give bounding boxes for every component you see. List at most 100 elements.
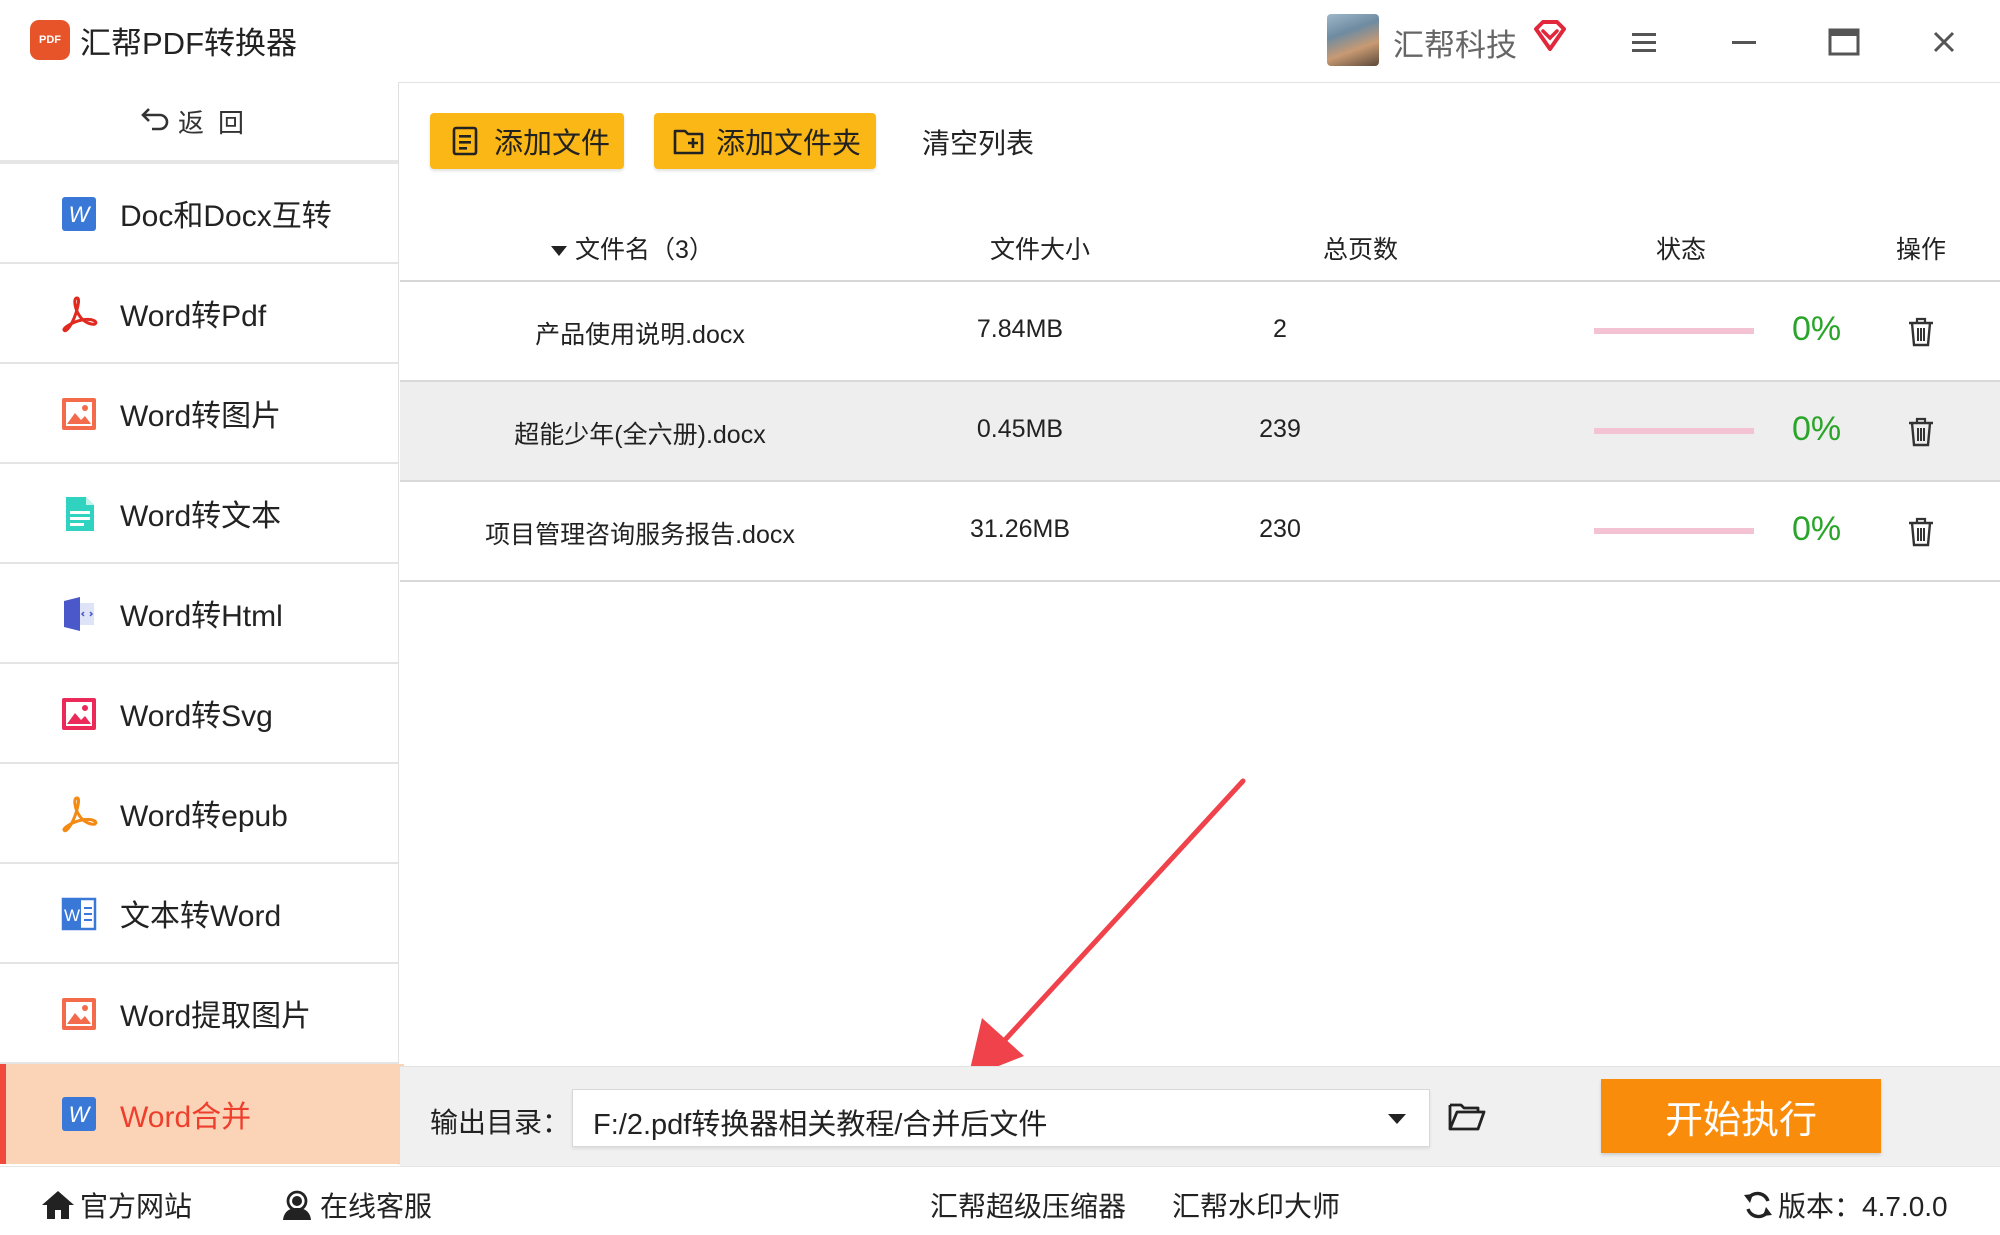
svg-image-icon xyxy=(60,695,98,733)
folder-open-icon[interactable] xyxy=(1448,1099,1486,1138)
progress-bar xyxy=(1594,528,1754,534)
file-name-cell: 项目管理咨询服务报告.docx xyxy=(485,521,795,549)
table-row[interactable]: 项目管理咨询服务报告.docx 31.26MB 230 0% xyxy=(400,482,2000,582)
chevron-down-icon xyxy=(1387,1112,1407,1130)
file-name-cell: 产品使用说明.docx xyxy=(535,321,745,349)
app-logo: PDF xyxy=(30,20,70,60)
progress-percent: 0% xyxy=(1792,410,1842,448)
sidebar-item-label: Word提取图片 xyxy=(120,1000,312,1033)
back-arrow-icon xyxy=(140,105,170,138)
page-count-cell: 2 xyxy=(1273,315,1287,343)
column-header-action: 操作 xyxy=(1896,236,1947,264)
sidebar-item-word-image[interactable]: Word转图片 xyxy=(0,364,398,464)
text-file-icon xyxy=(60,495,98,533)
sidebar: 返回 W Doc和Docx互转 Word转Pdf Word转图片 Word转文本… xyxy=(0,82,404,1165)
compressor-link[interactable]: 汇帮超级压缩器 xyxy=(930,1185,1126,1225)
output-bar: 输出目录： F:/2.pdf转换器相关教程/合并后文件 开始执行 xyxy=(400,1066,2000,1167)
pdf-acrobat-icon xyxy=(60,295,98,333)
word-doc-icon: W xyxy=(60,195,98,233)
sidebar-item-label: Word转Svg xyxy=(120,700,273,733)
word-doc-icon: W xyxy=(60,1095,98,1133)
clear-list-button[interactable]: 清空列表 xyxy=(922,122,1034,162)
sidebar-item-label: Word合并 xyxy=(120,1101,252,1134)
back-button[interactable]: 返回 xyxy=(0,82,398,164)
version-label: 版本：4.7.0.0 xyxy=(1778,1191,1948,1222)
online-support-label: 在线客服 xyxy=(320,1191,433,1222)
user-avatar[interactable] xyxy=(1327,14,1379,66)
epub-acrobat-icon xyxy=(60,795,98,833)
progress-percent: 0% xyxy=(1792,310,1842,348)
sidebar-item-word-epub[interactable]: Word转epub xyxy=(0,764,398,864)
file-size-cell: 0.45MB xyxy=(976,415,1064,443)
svg-text:W: W xyxy=(69,202,92,227)
sort-caret-icon xyxy=(550,236,575,264)
customer-service-icon xyxy=(280,1189,314,1221)
progress-bar xyxy=(1594,328,1754,334)
column-header-name[interactable]: 文件名（3） xyxy=(550,230,714,266)
trash-icon[interactable] xyxy=(1906,316,1936,348)
menu-icon[interactable] xyxy=(1622,20,1666,64)
start-button[interactable]: 开始执行 xyxy=(1601,1079,1881,1153)
close-icon[interactable] xyxy=(1922,20,1966,64)
file-size-cell: 7.84MB xyxy=(976,315,1064,343)
table-row[interactable]: 产品使用说明.docx 7.84MB 2 0% xyxy=(400,282,2000,382)
vip-diamond-icon[interactable] xyxy=(1532,18,1568,59)
sidebar-item-word-merge[interactable]: W Word合并 xyxy=(0,1064,404,1164)
column-header-size: 文件大小 xyxy=(990,236,1091,264)
refresh-icon xyxy=(1742,1189,1774,1221)
output-dir-label: 输出目录： xyxy=(430,1107,571,1138)
sidebar-item-word-pdf[interactable]: Word转Pdf xyxy=(0,264,398,364)
trash-icon[interactable] xyxy=(1906,416,1936,448)
image-icon xyxy=(60,995,98,1033)
app-title: 汇帮PDF转换器 xyxy=(80,26,297,61)
official-website-link[interactable]: 官方网站 xyxy=(40,1185,192,1225)
sidebar-item-label: Word转epub xyxy=(120,800,288,833)
column-header-name-label: 文件名（3） xyxy=(574,236,714,264)
sidebar-item-label: Word转Html xyxy=(120,600,283,633)
sidebar-item-label: 文本转Word xyxy=(120,900,282,933)
maximize-icon[interactable] xyxy=(1822,20,1866,64)
home-icon xyxy=(40,1189,76,1221)
add-file-icon xyxy=(450,125,482,157)
footer: 官方网站 在线客服 汇帮超级压缩器 汇帮水印大师 版本：4.7.0.0 xyxy=(0,1166,2000,1235)
sidebar-item-label: Word转Pdf xyxy=(120,300,267,333)
trash-icon[interactable] xyxy=(1906,516,1936,548)
watermark-link[interactable]: 汇帮水印大师 xyxy=(1172,1185,1340,1225)
sidebar-item-label: Word转文本 xyxy=(120,500,282,533)
add-file-button[interactable]: 添加文件 xyxy=(430,113,624,169)
output-dir-path: F:/2.pdf转换器相关教程/合并后文件 xyxy=(593,1109,1048,1141)
progress-bar xyxy=(1594,428,1754,434)
page-count-cell: 230 xyxy=(1259,515,1301,543)
table-row[interactable]: 超能少年(全六册).docx 0.45MB 239 0% xyxy=(400,382,2000,482)
html-file-icon xyxy=(60,595,98,633)
file-table-header: 文件名（3） 文件大小 总页数 状态 操作 xyxy=(400,212,2000,282)
word-outline-icon: W xyxy=(60,895,98,933)
version-info[interactable]: 版本：4.7.0.0 xyxy=(1742,1185,1948,1225)
sidebar-item-label: Word转图片 xyxy=(120,400,282,433)
svg-text:W: W xyxy=(64,906,80,925)
online-support-link[interactable]: 在线客服 xyxy=(280,1185,432,1225)
column-header-status: 状态 xyxy=(1656,236,1707,264)
app-logo-text: PDF xyxy=(39,34,61,46)
add-folder-label: 添加文件夹 xyxy=(716,128,862,160)
sidebar-item-word-text[interactable]: Word转文本 xyxy=(0,464,398,564)
official-website-label: 官方网站 xyxy=(80,1191,193,1222)
file-size-cell: 31.26MB xyxy=(969,515,1071,543)
svg-text:W: W xyxy=(69,1102,92,1127)
back-label: 返回 xyxy=(177,107,258,138)
user-name[interactable]: 汇帮科技 xyxy=(1393,20,1517,65)
sidebar-item-word-svg[interactable]: Word转Svg xyxy=(0,664,398,764)
sidebar-item-doc-docx[interactable]: W Doc和Docx互转 xyxy=(0,164,398,264)
progress-percent: 0% xyxy=(1792,510,1842,548)
image-icon xyxy=(60,395,98,433)
sidebar-item-label: Doc和Docx互转 xyxy=(120,200,332,233)
sidebar-item-word-html[interactable]: Word转Html xyxy=(0,564,398,664)
add-folder-icon xyxy=(672,125,706,157)
add-file-label: 添加文件 xyxy=(494,128,611,160)
minimize-icon[interactable] xyxy=(1722,20,1766,64)
column-header-pages: 总页数 xyxy=(1323,236,1399,264)
sidebar-item-word-extract-image[interactable]: Word提取图片 xyxy=(0,964,398,1064)
add-folder-button[interactable]: 添加文件夹 xyxy=(654,113,876,169)
output-dir-select[interactable]: F:/2.pdf转换器相关教程/合并后文件 xyxy=(572,1089,1430,1147)
sidebar-item-text-word[interactable]: W 文本转Word xyxy=(0,864,398,964)
